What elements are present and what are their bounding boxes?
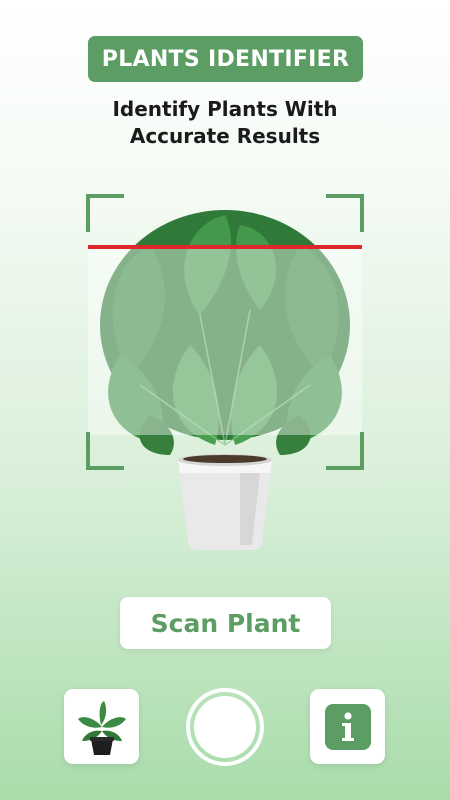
subtitle: Identify Plants With Accurate Results [0,96,450,150]
shutter-inner-circle [194,696,256,758]
frame-corner-top-left [86,194,124,232]
frame-corner-bottom-right [326,432,364,470]
subtitle-line-2: Accurate Results [129,124,321,148]
info-glyph [341,711,354,741]
frame-corner-bottom-left [86,432,124,470]
subtitle-line-1: Identify Plants With [112,97,338,121]
frame-corner-top-right [326,194,364,232]
info-button[interactable] [310,689,385,764]
app-title: PLANTS IDENTIFIER [101,46,350,72]
gallery-button[interactable] [64,689,139,764]
scanner-frame [86,194,364,470]
camera-shutter-button[interactable] [186,688,264,766]
scan-plant-button[interactable]: Scan Plant [120,597,331,649]
app-title-badge: PLANTS IDENTIFIER [88,36,363,82]
info-icon [324,703,371,750]
potted-plant-thumbnail-icon [77,700,126,755]
